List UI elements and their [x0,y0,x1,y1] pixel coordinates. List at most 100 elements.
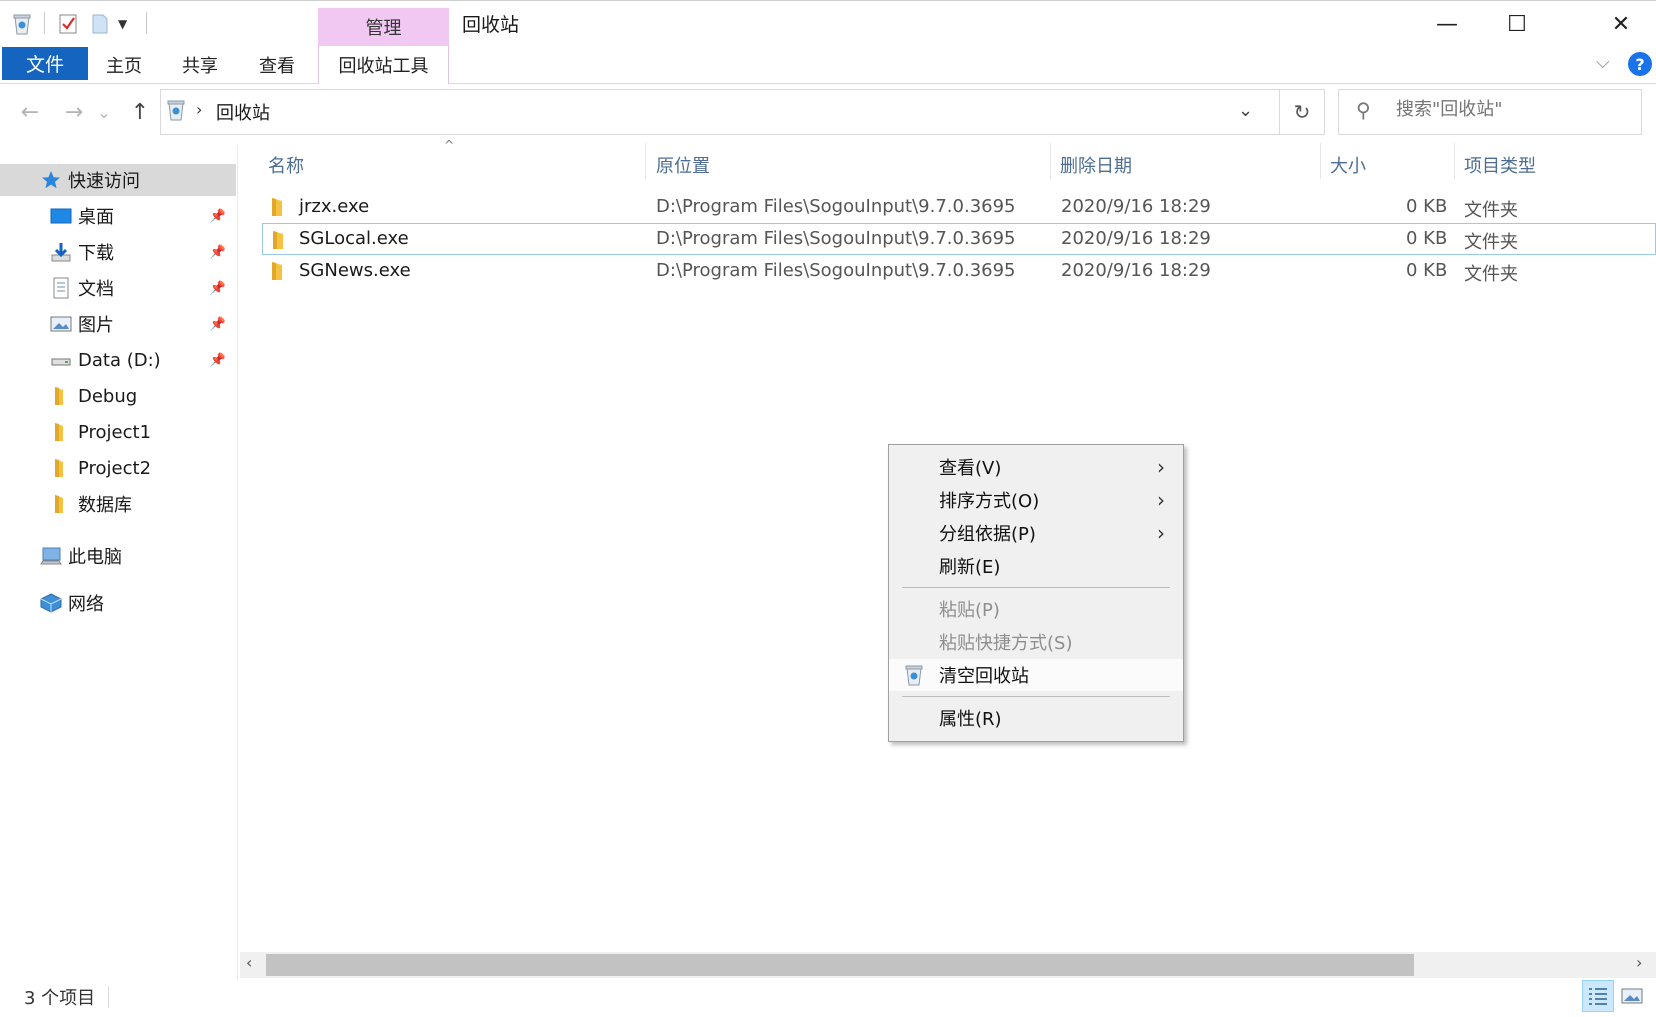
folder-icon [50,493,72,515]
nav-this-pc[interactable]: 此电脑 [0,540,236,572]
file-date-deleted: 2020/9/16 18:29 [1061,260,1211,281]
details-view-icon [1589,988,1607,1005]
nav-project1[interactable]: Project1 [0,416,236,448]
recycle-bin-icon [905,665,923,686]
recent-locations-chevron-icon[interactable]: ⌄ [94,96,114,128]
tab-file[interactable]: 文件 [2,47,88,80]
table-row[interactable]: SGLocal.exe D:\Program Files\SogouInput\… [262,223,1656,255]
context-menu-properties[interactable]: 属性(R) [889,702,1183,734]
refresh-button[interactable]: ↻ [1280,89,1325,135]
nav-item-label: Debug [78,385,138,407]
pin-icon[interactable]: 📌 [210,317,226,332]
table-row[interactable]: jrzx.exe D:\Program Files\SogouInput\9.7… [262,191,1656,223]
scroll-right-arrow-icon[interactable]: › [1636,953,1642,972]
customize-toolbar-chevron-icon[interactable]: ▼ [118,12,127,36]
tab-manage[interactable]: 管理 [318,8,449,46]
nav-quick-access[interactable]: 快速访问 [0,164,236,196]
nav-documents[interactable]: 文档 📌 [0,272,236,304]
forward-button[interactable]: → [58,96,90,128]
column-divider[interactable] [1320,143,1321,179]
table-row[interactable]: SGNews.exe D:\Program Files\SogouInput\9… [262,255,1656,287]
nav-debug[interactable]: Debug [0,380,236,412]
context-menu-paste-shortcut[interactable]: 粘贴快捷方式(S) [889,626,1183,658]
nav-network[interactable]: 网络 [0,587,236,619]
recycle-bin-icon [166,99,188,123]
nav-downloads[interactable]: 下载 📌 [0,236,236,268]
document-icon [50,277,72,299]
computer-icon [40,545,62,567]
column-header-item-type[interactable]: 项目类型 [1464,152,1536,178]
close-button[interactable]: ✕ [1588,6,1654,42]
column-header-date-deleted[interactable]: 删除日期 [1060,152,1132,178]
submenu-arrow-icon: › [1157,455,1165,479]
file-type: 文件夹 [1464,264,1518,285]
large-icons-view-button[interactable] [1616,980,1648,1012]
nav-project2[interactable]: Project2 [0,452,236,484]
breadcrumb-recycle-bin[interactable]: 回收站 [216,99,270,125]
column-header-size[interactable]: 大小 [1330,152,1366,178]
nav-item-label: 数据库 [78,495,132,516]
scroll-left-arrow-icon[interactable]: ‹ [246,953,252,972]
nav-item-label: 此电脑 [68,547,122,568]
column-divider[interactable] [645,143,646,179]
new-folder-icon[interactable] [90,12,110,36]
nav-item-label: 图片 [78,315,114,336]
details-view-button[interactable] [1582,980,1614,1012]
minimize-button[interactable]: — [1414,6,1480,42]
context-menu-group-by[interactable]: 分组依据(P) › [889,517,1183,549]
context-menu-sort-by[interactable]: 排序方式(O) › [889,484,1183,516]
context-menu-paste[interactable]: 粘贴(P) [889,593,1183,625]
back-button[interactable]: ← [14,96,46,128]
nav-database[interactable]: 数据库 [0,488,236,520]
tab-share[interactable]: 共享 [182,50,218,80]
tab-view[interactable]: 查看 [259,50,295,80]
recycle-bin-app-icon[interactable] [12,12,32,36]
context-menu-separator [902,587,1170,588]
nav-item-label: 快速访问 [68,171,140,192]
pin-icon[interactable]: 📌 [210,353,226,368]
pin-icon[interactable]: 📌 [210,281,226,296]
context-menu-view[interactable]: 查看(V) › [889,451,1183,483]
context-menu-empty-recycle-bin[interactable]: 清空回收站 [889,659,1183,691]
column-divider[interactable] [1454,143,1455,179]
large-icons-view-icon [1621,988,1643,1004]
file-original-location: D:\Program Files\SogouInput\9.7.0.3695 [656,228,1016,249]
context-menu-refresh[interactable]: 刷新(E) [889,550,1183,582]
search-input[interactable] [1396,99,1636,120]
file-name: jrzx.exe [299,196,370,217]
column-header-name[interactable]: 名称 [268,152,304,178]
file-name: SGLocal.exe [299,228,409,249]
tab-home[interactable]: 主页 [106,50,142,80]
up-button[interactable]: ↑ [124,96,156,128]
help-icon[interactable]: ? [1628,52,1652,76]
address-bar[interactable] [160,89,1280,135]
window-title: 回收站 [462,14,520,36]
pin-icon[interactable]: 📌 [210,245,226,260]
column-divider[interactable] [1050,143,1051,179]
file-size: 0 KB [1406,196,1448,217]
pin-icon[interactable]: 📌 [210,209,226,224]
breadcrumb-separator-icon[interactable]: › [196,100,202,119]
context-menu-label: 查看(V) [939,458,1002,479]
folder-icon [272,262,282,280]
download-arrow-icon [50,241,72,263]
address-dropdown-chevron-icon[interactable]: ⌄ [1238,100,1253,121]
nav-desktop[interactable]: 桌面 📌 [0,200,236,232]
tab-recycle-bin-tools[interactable]: 回收站工具 [318,46,449,84]
file-name: SGNews.exe [299,260,411,281]
context-menu-label: 分组依据(P) [939,524,1036,545]
status-item-count: 3 个项目 [24,988,96,1009]
context-menu-label: 刷新(E) [939,557,1001,578]
nav-data-drive[interactable]: Data (D:) 📌 [0,344,236,376]
maximize-button[interactable]: ☐ [1484,6,1550,42]
scrollbar-thumb[interactable] [266,954,1414,976]
status-separator [108,986,109,1008]
nav-pictures[interactable]: 图片 📌 [0,308,236,340]
properties-check-icon[interactable] [58,12,78,36]
column-header-original-location[interactable]: 原位置 [656,152,710,178]
folder-icon [50,457,72,479]
context-menu-label: 清空回收站 [939,666,1029,687]
ribbon-collapse-chevron-icon[interactable]: ⌵ [1596,52,1610,73]
file-size: 0 KB [1406,228,1448,249]
file-date-deleted: 2020/9/16 18:29 [1061,228,1211,249]
